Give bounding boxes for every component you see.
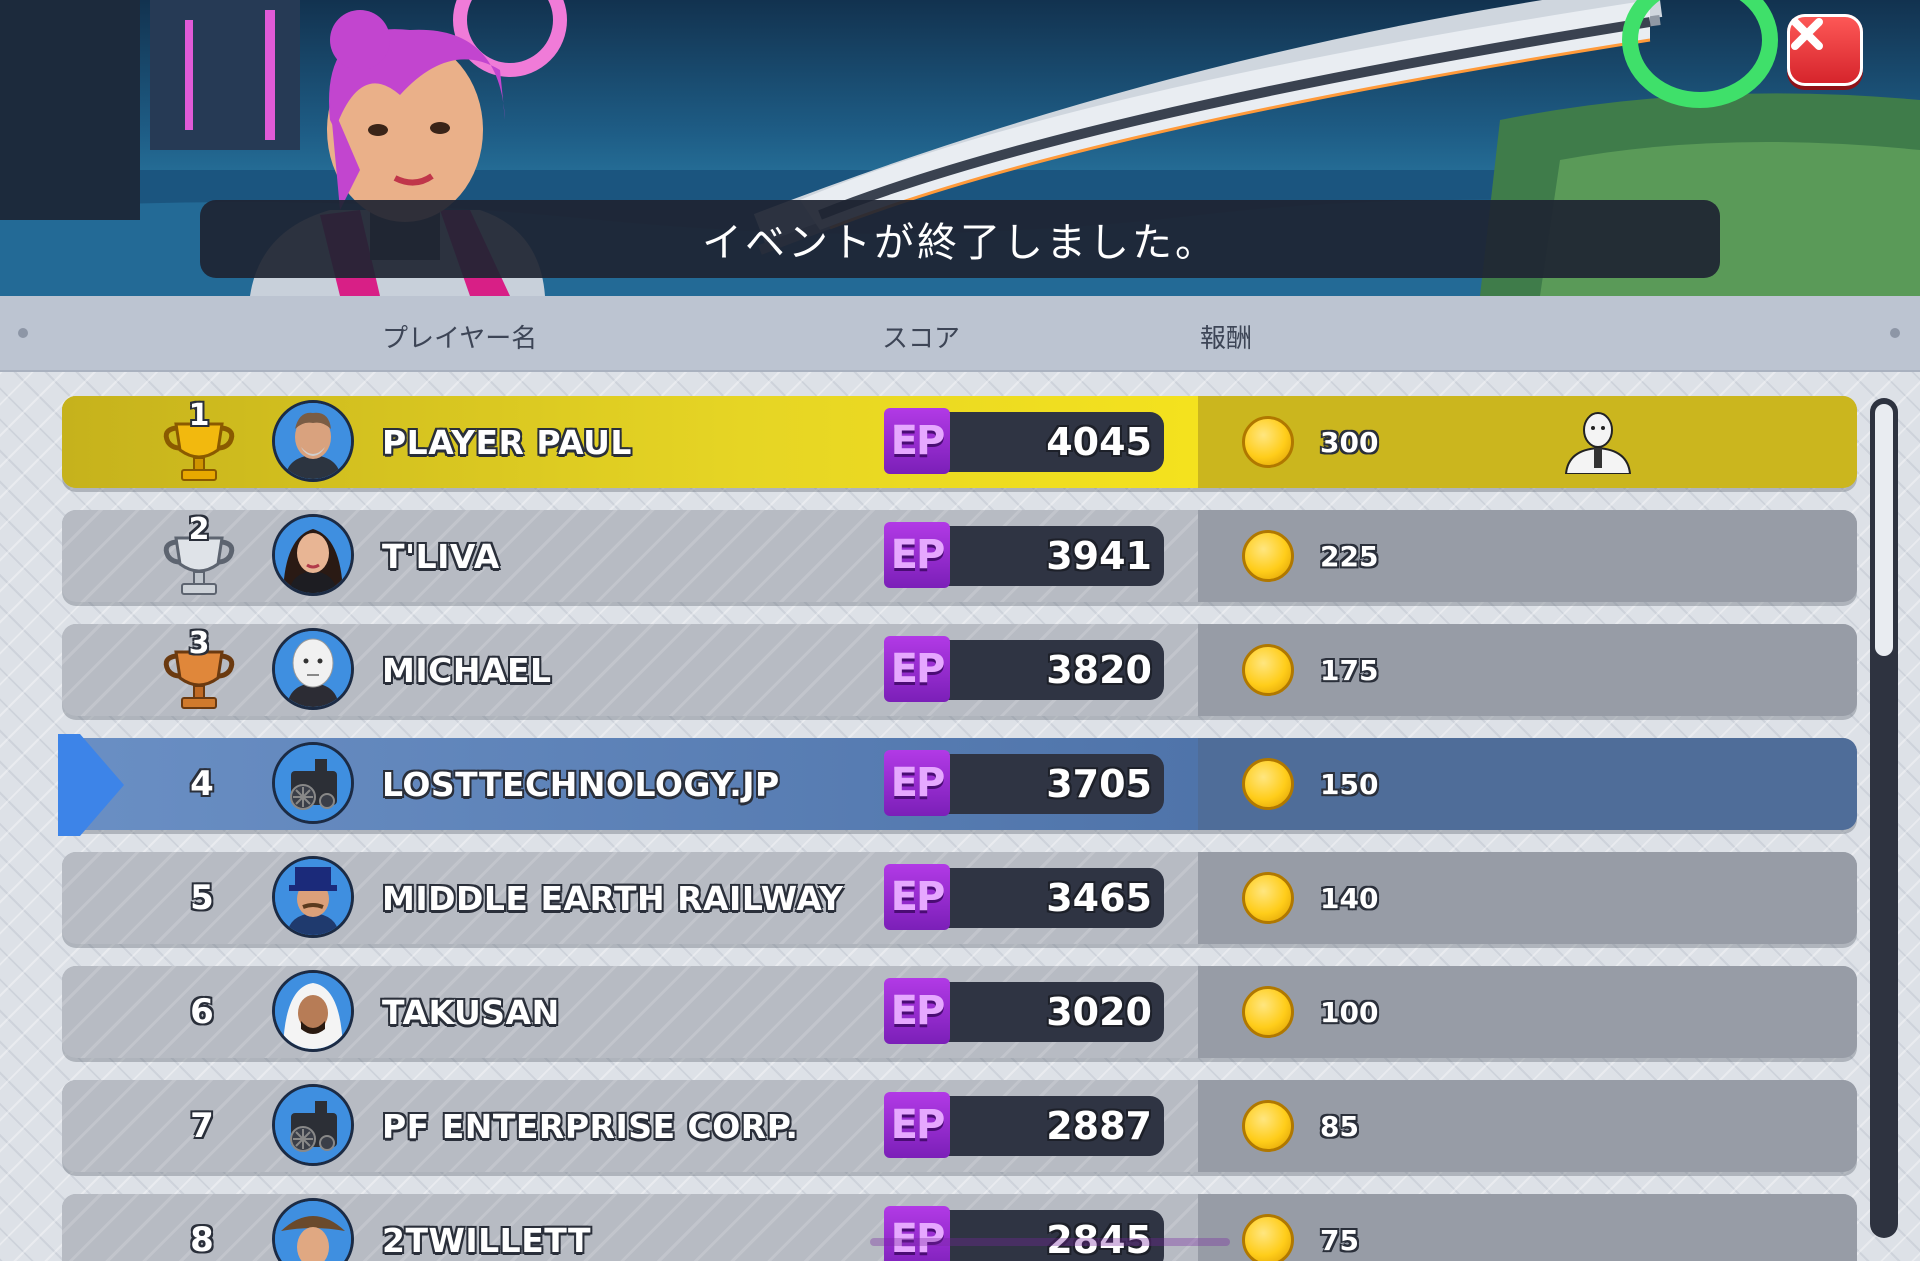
reward-value: 150 xyxy=(1320,767,1379,801)
player-name: 2TWILLETT xyxy=(382,1220,592,1260)
player-name: PLAYER PAUL xyxy=(382,422,632,462)
score-value: 2845 xyxy=(1046,1218,1152,1261)
player-name: LOSTTECHNOLOGY.JP xyxy=(382,764,780,804)
reward-value: 225 xyxy=(1320,539,1379,573)
reward-value: 175 xyxy=(1320,653,1379,687)
leaderboard-row-4-current-player[interactable]: 4 LOSTTECHNOLOGY.JP EP 3705 150 xyxy=(62,738,1857,830)
avatar[interactable] xyxy=(272,856,354,938)
score-value: 3941 xyxy=(1046,534,1152,578)
score-value: 3705 xyxy=(1046,762,1152,806)
player-name: MICHAEL xyxy=(382,650,552,690)
rank-number: 4 xyxy=(190,764,214,804)
score-value: 2887 xyxy=(1046,1104,1152,1148)
bronze-trophy-icon: 3 xyxy=(154,626,244,714)
header-reward: 報酬 xyxy=(1200,324,1253,354)
avatar[interactable] xyxy=(272,1084,354,1166)
coin-icon xyxy=(1242,986,1294,1038)
reward-value: 100 xyxy=(1320,995,1379,1029)
reward-value: 85 xyxy=(1320,1109,1359,1143)
scrollbar-thumb[interactable] xyxy=(1875,404,1893,656)
rank-number: 6 xyxy=(190,992,214,1032)
player-name: TAKUSAN xyxy=(382,992,560,1032)
player-name: PF ENTERPRISE CORP. xyxy=(382,1106,799,1146)
player-name: T'LIVA xyxy=(382,536,500,576)
coin-icon xyxy=(1242,1100,1294,1152)
reward-value: 140 xyxy=(1320,881,1379,915)
leaderboard-row-7[interactable]: 7 PF ENTERPRISE CORP. EP 2887 85 xyxy=(62,1080,1857,1172)
avatar[interactable] xyxy=(272,970,354,1052)
avatar[interactable] xyxy=(272,742,354,824)
current-player-arrow-icon xyxy=(58,734,124,836)
event-banner: イベントが終了しました。 xyxy=(0,0,1920,296)
header-player-name: プレイヤー名 xyxy=(382,324,538,354)
robot-reward-icon[interactable] xyxy=(1560,410,1636,474)
coin-icon xyxy=(1242,758,1294,810)
close-button[interactable] xyxy=(1787,14,1863,86)
ep-badge: EP xyxy=(884,978,950,1044)
leaderboard-row-2[interactable]: 2 T'LIVA EP 3941 225 xyxy=(62,510,1857,602)
coin-icon xyxy=(1242,530,1294,582)
rank-number: 3 xyxy=(188,626,210,661)
gold-trophy-icon: 1 xyxy=(154,398,244,486)
header-score: スコア xyxy=(882,324,961,354)
ep-badge: EP xyxy=(884,408,950,474)
rank-number: 1 xyxy=(188,398,210,433)
avatar[interactable] xyxy=(272,628,354,710)
rank-number: 8 xyxy=(190,1220,214,1260)
avatar[interactable] xyxy=(272,400,354,482)
score-value: 4045 xyxy=(1046,420,1152,464)
header-dot-right xyxy=(1890,328,1900,338)
list-scrollbar[interactable] xyxy=(1870,398,1898,1238)
coin-icon xyxy=(1242,416,1294,468)
reward-value: 75 xyxy=(1320,1223,1359,1257)
rank-number: 7 xyxy=(190,1106,214,1146)
rank-number: 5 xyxy=(190,878,214,918)
ep-badge: EP xyxy=(884,522,950,588)
ep-badge: EP xyxy=(884,864,950,930)
score-value: 3020 xyxy=(1046,990,1152,1034)
reward-value: 300 xyxy=(1320,425,1379,459)
rank-number: 2 xyxy=(188,512,210,547)
close-icon xyxy=(1791,18,1823,50)
ep-badge: EP xyxy=(884,1206,950,1261)
ep-badge: EP xyxy=(884,1092,950,1158)
event-ended-message: イベントが終了しました。 xyxy=(200,200,1720,278)
header-dot-left xyxy=(18,328,28,338)
leaderboard-header: プレイヤー名 スコア 報酬 xyxy=(0,296,1920,373)
coin-icon xyxy=(1242,644,1294,696)
leaderboard-list[interactable]: 1 PLAYER PAUL EP 4045 300 2 T'LIVA EP 39… xyxy=(0,372,1920,1261)
ep-badge: EP xyxy=(884,636,950,702)
score-value: 3820 xyxy=(1046,648,1152,692)
leaderboard-row-5[interactable]: 5 MIDDLE EARTH RAILWAY EP 3465 140 xyxy=(62,852,1857,944)
silver-trophy-icon: 2 xyxy=(154,512,244,600)
leaderboard-row-1[interactable]: 1 PLAYER PAUL EP 4045 300 xyxy=(62,396,1857,488)
avatar[interactable] xyxy=(272,514,354,596)
score-value: 3465 xyxy=(1046,876,1152,920)
player-name: MIDDLE EARTH RAILWAY xyxy=(382,878,844,918)
leaderboard-row-3[interactable]: 3 MICHAEL EP 3820 175 xyxy=(62,624,1857,716)
home-indicator[interactable] xyxy=(870,1238,1230,1246)
leaderboard-row-8[interactable]: 8 2TWILLETT EP 2845 75 xyxy=(62,1194,1857,1261)
ep-badge: EP xyxy=(884,750,950,816)
leaderboard-row-6[interactable]: 6 TAKUSAN EP 3020 100 xyxy=(62,966,1857,1058)
coin-icon xyxy=(1242,1214,1294,1261)
coin-icon xyxy=(1242,872,1294,924)
